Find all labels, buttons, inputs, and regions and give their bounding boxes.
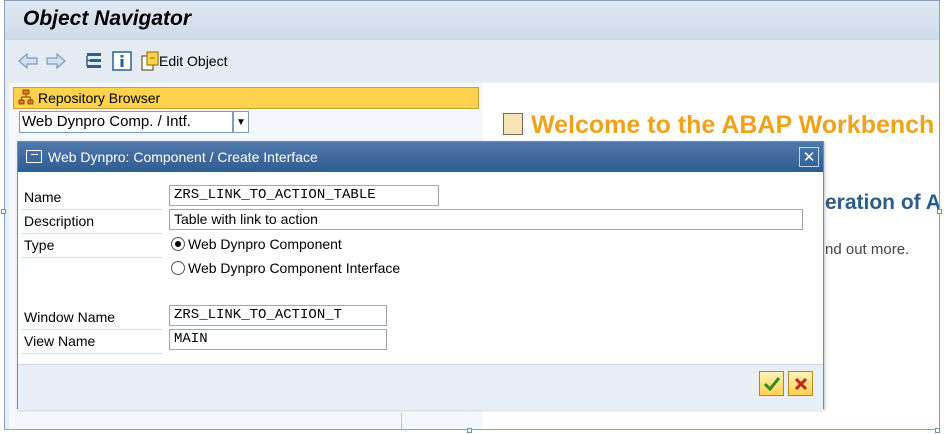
type-option-component[interactable]: Web Dynpro Component bbox=[171, 236, 342, 252]
type-label: Type bbox=[24, 237, 55, 253]
toolbar: Edit Object bbox=[5, 39, 939, 81]
workbench-icon bbox=[503, 113, 523, 135]
radio-unchecked-icon[interactable] bbox=[171, 261, 185, 275]
checkmark-icon bbox=[763, 376, 780, 391]
back-arrow-icon[interactable] bbox=[17, 50, 39, 72]
description-field[interactable]: Table with link to action bbox=[169, 209, 803, 230]
name-field[interactable]: ZRS_LINK_TO_ACTION_TABLE bbox=[169, 185, 439, 206]
type-option-interface[interactable]: Web Dynpro Component Interface bbox=[171, 260, 400, 276]
hierarchy-icon[interactable] bbox=[83, 50, 105, 72]
dialog-footer bbox=[18, 364, 823, 410]
resize-handle-bottom[interactable] bbox=[467, 428, 472, 433]
info-icon[interactable] bbox=[111, 50, 133, 72]
repository-browser-label: Repository Browser bbox=[38, 90, 161, 106]
description-divider bbox=[22, 233, 162, 234]
description-label: Description bbox=[24, 213, 95, 229]
confirm-button[interactable] bbox=[759, 371, 784, 396]
forward-arrow-icon[interactable] bbox=[45, 50, 67, 72]
chevron-down-icon[interactable]: ▼ bbox=[233, 111, 249, 133]
dialog-title-bar[interactable]: Web Dynpro: Component / Create Interface… bbox=[18, 142, 823, 172]
object-type-select[interactable]: Web Dynpro Comp. / Intf. bbox=[19, 111, 233, 133]
type-option-interface-label: Web Dynpro Component Interface bbox=[188, 260, 401, 276]
view-name-divider bbox=[22, 353, 162, 354]
repository-browser-header[interactable]: Repository Browser bbox=[13, 87, 479, 109]
welcome-heading: eration of A bbox=[825, 191, 940, 214]
title-bar: Object Navigator bbox=[5, 1, 939, 39]
edit-object-icon[interactable] bbox=[139, 50, 161, 72]
pane-divider bbox=[401, 413, 402, 429]
name-divider bbox=[22, 209, 162, 210]
resize-handle-corner[interactable] bbox=[935, 428, 940, 433]
app-title: Object Navigator bbox=[23, 7, 192, 30]
resize-handle-right[interactable] bbox=[937, 209, 942, 214]
welcome-title: Welcome to the ABAP Workbench bbox=[531, 111, 935, 139]
resize-handle-left[interactable] bbox=[1, 209, 6, 214]
name-label: Name bbox=[24, 189, 62, 205]
type-option-component-label: Web Dynpro Component bbox=[188, 236, 342, 252]
window-name-field[interactable]: ZRS_LINK_TO_ACTION_T bbox=[169, 305, 387, 326]
window-name-divider bbox=[22, 329, 162, 330]
view-name-label: View Name bbox=[24, 333, 96, 349]
cancel-x-icon bbox=[794, 377, 807, 390]
repository-tree-icon bbox=[18, 89, 34, 108]
dialog-window-icon bbox=[26, 150, 42, 163]
close-icon[interactable]: ✕ bbox=[799, 147, 819, 167]
dialog-title: Web Dynpro: Component / Create Interface bbox=[48, 149, 318, 165]
cancel-button[interactable] bbox=[788, 371, 813, 396]
type-divider bbox=[22, 257, 162, 258]
welcome-text: nd out more. bbox=[825, 241, 910, 258]
edit-object-button[interactable]: Edit Object bbox=[159, 53, 227, 69]
view-name-field[interactable]: MAIN bbox=[169, 329, 387, 350]
radio-checked-icon[interactable] bbox=[171, 237, 185, 251]
create-component-dialog: Web Dynpro: Component / Create Interface… bbox=[17, 141, 824, 410]
window-name-label: Window Name bbox=[24, 309, 116, 325]
